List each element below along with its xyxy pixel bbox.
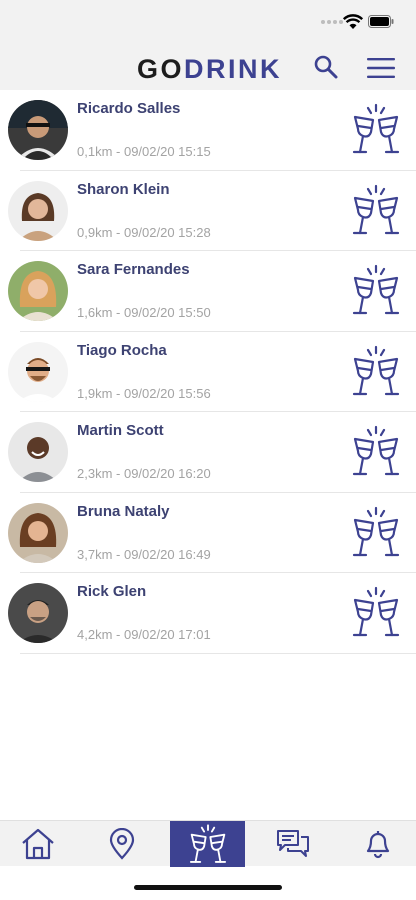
tab-notifications[interactable] — [348, 821, 408, 867]
user-meta: 4,2km - 09/02/20 17:01 — [77, 627, 211, 642]
tab-cheers[interactable] — [170, 821, 245, 867]
cheers-icon[interactable] — [350, 183, 402, 237]
list-item[interactable]: Tiago Rocha 1,9km - 09/02/20 15:56 — [0, 332, 416, 413]
bell-icon — [366, 831, 390, 859]
user-name: Martin Scott — [77, 422, 164, 439]
user-meta: 2,3km - 09/02/20 16:20 — [77, 466, 211, 481]
chat-icon — [277, 830, 309, 857]
search-icon[interactable] — [313, 54, 339, 80]
avatar[interactable] — [8, 502, 68, 563]
status-bar — [0, 0, 416, 44]
home-indicator — [134, 885, 282, 890]
bottom-tab-bar — [0, 820, 416, 867]
avatar[interactable] — [8, 583, 68, 643]
cheers-icon[interactable] — [350, 344, 402, 398]
cheers-icon[interactable] — [350, 505, 402, 559]
location-pin-icon — [109, 828, 135, 860]
list-item[interactable]: Ricardo Salles 0,1km - 09/02/20 15:15 — [0, 90, 416, 171]
user-name: Sara Fernandes — [77, 261, 190, 278]
cheers-icon[interactable] — [350, 424, 402, 478]
hamburger-menu-icon[interactable] — [366, 56, 396, 80]
home-icon — [22, 828, 54, 860]
list-item[interactable]: Bruna Nataly 3,7km - 09/02/20 16:49 — [0, 493, 416, 574]
list-item[interactable]: Sharon Klein 0,9km - 09/02/20 15:28 — [0, 171, 416, 252]
user-name: Sharon Klein — [77, 180, 170, 198]
nearby-users-list: Ricardo Salles 0,1km - 09/02/20 15:15 Sh… — [0, 90, 416, 654]
user-meta: 3,7km - 09/02/20 16:49 — [77, 546, 211, 562]
app-logo: GODRINK — [137, 54, 283, 84]
app-header: GODRINK — [0, 44, 416, 90]
cheers-icon[interactable] — [350, 263, 402, 317]
signal-icon — [321, 20, 343, 24]
list-item[interactable]: Rick Glen 4,2km - 09/02/20 17:01 — [0, 573, 416, 654]
user-name: Rick Glen — [77, 583, 147, 600]
user-meta: 0,9km - 09/02/20 15:28 — [77, 224, 211, 240]
tab-home[interactable] — [8, 821, 68, 867]
user-meta: 1,6km - 09/02/20 15:50 — [77, 305, 211, 320]
user-meta: 1,9km - 09/02/20 15:56 — [77, 385, 211, 401]
tab-chat[interactable] — [263, 821, 323, 867]
user-name: Ricardo Salles — [77, 100, 181, 117]
wifi-icon — [343, 14, 363, 29]
user-meta: 0,1km - 09/02/20 15:15 — [77, 144, 211, 159]
tab-location[interactable] — [92, 821, 152, 867]
avatar[interactable] — [8, 261, 68, 321]
avatar[interactable] — [8, 180, 68, 241]
list-item[interactable]: Sara Fernandes 1,6km - 09/02/20 15:50 — [0, 251, 416, 332]
user-name: Tiago Rocha — [77, 341, 167, 359]
cheers-icon[interactable] — [350, 585, 402, 639]
avatar[interactable] — [8, 341, 68, 402]
list-item[interactable]: Martin Scott 2,3km - 09/02/20 16:20 — [0, 412, 416, 493]
user-name: Bruna Nataly — [77, 502, 170, 520]
avatar[interactable] — [8, 100, 68, 160]
cheers-icon — [189, 824, 226, 863]
cheers-icon[interactable] — [350, 102, 402, 156]
avatar[interactable] — [8, 422, 68, 482]
battery-icon — [368, 15, 394, 28]
